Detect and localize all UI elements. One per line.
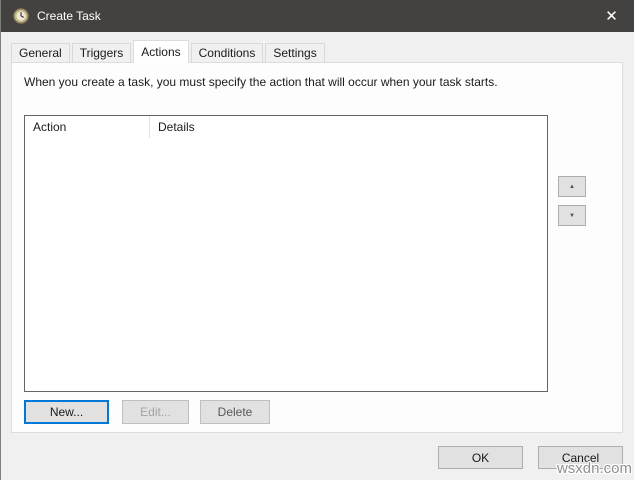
arrow-up-icon: ▲ bbox=[569, 184, 575, 190]
move-down-button[interactable]: ▼ bbox=[558, 205, 586, 226]
actions-list[interactable]: Action Details bbox=[24, 115, 548, 392]
tab-actions[interactable]: Actions bbox=[133, 40, 188, 63]
page-description: When you create a task, you must specify… bbox=[24, 75, 498, 89]
tab-triggers[interactable]: Triggers bbox=[72, 43, 132, 62]
create-task-dialog: Create Task ✕ General Triggers Actions C… bbox=[0, 0, 634, 480]
ok-button[interactable]: OK bbox=[438, 446, 523, 469]
column-header-action[interactable]: Action bbox=[25, 116, 150, 138]
tab-general[interactable]: General bbox=[11, 43, 70, 62]
arrow-down-icon: ▼ bbox=[569, 213, 575, 219]
edit-button[interactable]: Edit... bbox=[122, 400, 189, 424]
move-up-button[interactable]: ▲ bbox=[558, 176, 586, 197]
task-scheduler-clock-icon bbox=[13, 8, 29, 24]
tab-settings[interactable]: Settings bbox=[265, 43, 324, 62]
new-button[interactable]: New... bbox=[24, 400, 109, 424]
tab-strip: General Triggers Actions Conditions Sett… bbox=[11, 40, 327, 62]
actions-tab-page: When you create a task, you must specify… bbox=[11, 62, 623, 433]
column-header-details[interactable]: Details bbox=[150, 116, 547, 138]
delete-button[interactable]: Delete bbox=[200, 400, 270, 424]
window-title: Create Task bbox=[37, 9, 101, 23]
close-icon[interactable]: ✕ bbox=[589, 0, 634, 32]
titlebar: Create Task ✕ bbox=[1, 0, 634, 32]
watermark: wsxdn.com bbox=[557, 460, 632, 477]
actions-list-header: Action Details bbox=[25, 116, 547, 138]
tab-conditions[interactable]: Conditions bbox=[191, 43, 264, 62]
